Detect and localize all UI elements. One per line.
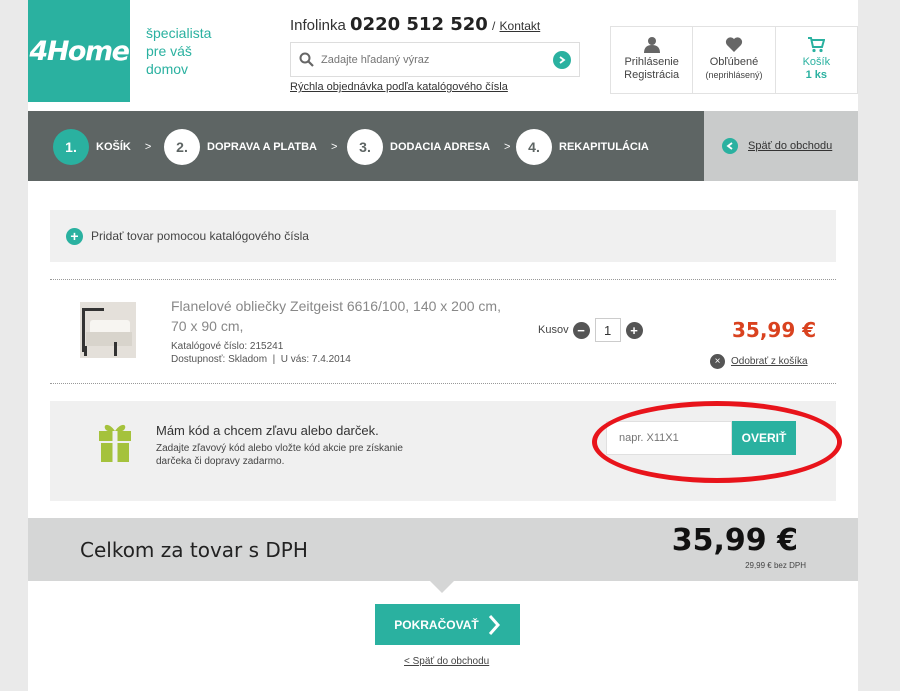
logo[interactable]: 4Home <box>28 0 130 102</box>
chevron-right-icon: > <box>144 141 152 153</box>
quantity-stepper: Kusov − 1 + <box>538 318 643 342</box>
plus-button[interactable]: + <box>625 321 643 339</box>
delivery-date: U vás: 7.4.2014 <box>280 354 351 365</box>
login-link[interactable]: Prihlásenie <box>624 56 678 69</box>
step-cart[interactable]: 1. KOŠÍK > <box>53 129 151 165</box>
quantity-label: Kusov <box>538 324 569 336</box>
minus-button[interactable]: − <box>572 321 590 339</box>
favorites-status: (neprihlásený) <box>705 70 763 80</box>
step-number: 2. <box>164 129 200 165</box>
step-summary[interactable]: 4. REKAPITULÁCIA <box>516 129 649 165</box>
back-to-shop-link[interactable]: Späť do obchodu <box>748 140 832 152</box>
cart-icon <box>808 37 826 53</box>
add-by-catalog[interactable]: + Pridať tovar pomocou katalógového čísl… <box>50 210 836 262</box>
divider <box>50 383 836 384</box>
catalog-number: Katalógové číslo: 215241 <box>171 341 284 352</box>
quick-order-link[interactable]: Rýchla objednávka podľa katalógového čís… <box>290 81 508 93</box>
plus-icon: + <box>66 227 83 245</box>
cart-box[interactable]: Košík 1 ks <box>775 26 858 94</box>
search-submit-icon[interactable] <box>553 50 571 69</box>
search-icon <box>291 43 321 76</box>
close-icon: × <box>710 354 725 369</box>
gift-icon <box>98 419 132 468</box>
discount-title: Mám kód a chcem zľavu alebo darček. <box>156 423 379 438</box>
back-to-shop[interactable]: Späť do obchodu <box>704 111 858 181</box>
divider <box>50 279 836 280</box>
tagline-line: pre váš <box>146 43 192 59</box>
step-label: DOPRAVA A PLATBA <box>207 141 317 153</box>
contact-link[interactable]: Kontakt <box>500 19 541 33</box>
highlight-ellipse <box>592 401 842 483</box>
checkout-steps: 1. KOŠÍK > 2. DOPRAVA A PLATBA > 3. DODA… <box>28 111 858 181</box>
discount-text: Zadajte zľavový kód alebo vložte kód akc… <box>156 443 403 467</box>
total-bar: Celkom za tovar s DPH 35,99 € 29,99 € be… <box>28 518 858 581</box>
step-address[interactable]: 3. DODACIA ADRESA > <box>347 129 510 165</box>
total-notch <box>430 581 454 593</box>
continue-label: POKRAČOVAŤ <box>394 617 479 632</box>
search-input[interactable] <box>321 53 553 66</box>
meta-divider: | <box>272 354 276 365</box>
product-name[interactable]: Flanelové obliečky Zeitgeist 6616/100, 1… <box>171 296 501 336</box>
chevron-right-icon: > <box>331 141 338 153</box>
quantity-input[interactable]: 1 <box>594 318 621 342</box>
tagline-line: domov <box>146 61 189 77</box>
product-meta: Katalógové číslo: 215241 Dostupnosť: Skl… <box>171 340 351 366</box>
total-value: 35,99 € <box>671 523 798 558</box>
phone-number: 0220 512 520 <box>350 14 488 35</box>
tagline-line: špecialista <box>146 25 212 41</box>
step-label: DODACIA ADRESA <box>390 141 491 153</box>
total-net: 29,99 € bez DPH <box>745 561 806 570</box>
cart-label: Košík <box>802 56 831 68</box>
heart-icon <box>725 37 743 52</box>
step-label: REKAPITULÁCIA <box>559 141 649 153</box>
separator: / <box>492 19 496 33</box>
product-price: 35,99 € <box>732 318 817 342</box>
login-box[interactable]: Prihlásenie Registrácia <box>610 26 694 94</box>
remove-from-cart[interactable]: × Odobrať z košíka <box>710 354 808 369</box>
chevron-left-icon <box>722 138 738 154</box>
header-boxes: Prihlásenie Registrácia Obľúbené (neprih… <box>610 26 858 94</box>
back-link[interactable]: < Späť do obchodu <box>404 656 489 667</box>
step-number: 4. <box>516 129 552 165</box>
discount-section: Mám kód a chcem zľavu alebo darček. Zada… <box>50 401 842 501</box>
favorites-box[interactable]: Obľúbené (neprihlásený) <box>693 26 776 94</box>
add-by-catalog-label: Pridať tovar pomocou katalógového čísla <box>91 229 309 243</box>
favorites-label: Obľúbené <box>709 56 759 68</box>
infolinka-label: Infolinka <box>290 17 346 34</box>
remove-link[interactable]: Odobrať z košíka <box>731 356 808 367</box>
chevron-right-icon <box>488 614 500 635</box>
page: 4Home špecialista pre váš domov Infolink… <box>28 0 858 691</box>
infolinka: Infolinka 0220 512 520 / Kontakt <box>290 14 540 35</box>
logo-text: 4Home <box>29 35 130 67</box>
tagline: špecialista pre váš domov <box>146 24 256 78</box>
total-label: Celkom za tovar s DPH <box>80 538 308 562</box>
cart-count: 1 ks <box>805 69 828 81</box>
availability: Dostupnosť: Skladom | U vás: 7.4.2014 <box>171 353 351 366</box>
step-label: KOŠÍK <box>96 141 131 153</box>
continue-button[interactable]: POKRAČOVAŤ <box>375 604 520 645</box>
product-image[interactable] <box>80 302 136 358</box>
user-icon <box>643 37 660 53</box>
chevron-right-icon: > <box>504 141 511 153</box>
step-delivery[interactable]: 2. DOPRAVA A PLATBA > <box>164 129 337 165</box>
step-number: 3. <box>347 129 383 165</box>
search-box <box>290 42 580 77</box>
step-number: 1. <box>53 129 89 165</box>
availability-status: Dostupnosť: Skladom <box>171 354 268 365</box>
register-link[interactable]: Registrácia <box>624 69 679 82</box>
